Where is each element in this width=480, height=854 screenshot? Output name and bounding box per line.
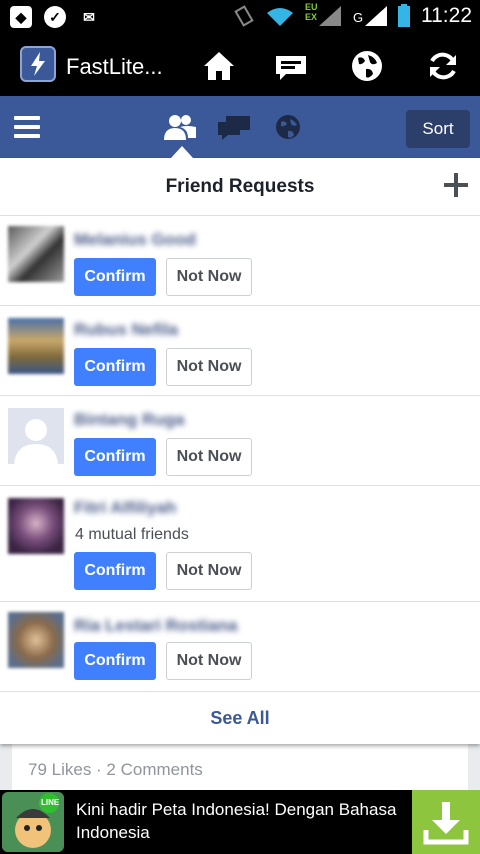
avatar[interactable]	[8, 612, 64, 668]
panel-header: Friend Requests	[0, 158, 480, 216]
ad-text[interactable]: Kini hadir Peta Indonesia! Dengan Bahasa…	[76, 798, 406, 844]
not-now-button[interactable]: Not Now	[166, 348, 252, 386]
friend-request-row: Bintang Ruga Confirm Not Now	[0, 396, 480, 486]
app-logo-icon	[20, 46, 56, 82]
avatar[interactable]	[8, 498, 64, 554]
mutual-friends-count: 4 mutual friends	[75, 526, 189, 543]
menu-icon[interactable]	[14, 116, 40, 138]
system-icons: EU EX G 11:22	[233, 2, 472, 28]
friend-requests-panel: Friend Requests Melanius Good Confirm No…	[0, 158, 480, 744]
network-g-label: G	[353, 10, 364, 25]
signal-bars-icon-2	[365, 6, 387, 26]
friend-requests-icon[interactable]	[164, 114, 196, 140]
panel-title: Friend Requests	[165, 176, 315, 197]
clock: 11:22	[421, 4, 472, 27]
requester-name[interactable]: Rubus Nefila	[74, 320, 178, 340]
avatar[interactable]	[8, 226, 64, 282]
signal-strength-2: G	[353, 4, 387, 28]
confirm-button[interactable]: Confirm	[74, 258, 156, 296]
avatar[interactable]	[8, 318, 64, 374]
friend-request-row: Fitri Alfiliyah 4 mutual friends Confirm…	[0, 486, 480, 602]
ad-banner[interactable]: LINE Kini hadir Peta Indonesia! Dengan B…	[0, 790, 480, 854]
refresh-icon[interactable]	[426, 49, 460, 83]
no-email-icon: ✉	[78, 6, 100, 28]
active-tab-caret	[171, 146, 193, 158]
signal-strength: EU EX	[305, 2, 343, 28]
confirm-button[interactable]: Confirm	[74, 642, 156, 680]
not-now-button[interactable]: Not Now	[166, 258, 252, 296]
network-bottom-label: EX	[305, 12, 318, 22]
friend-request-row: Ria Lestari Rostiana Confirm Not Now	[0, 602, 480, 692]
friend-request-row: Melanius Good Confirm Not Now	[0, 216, 480, 306]
app-bar: FastLite...	[0, 34, 480, 96]
confirm-button[interactable]: Confirm	[74, 348, 156, 386]
bbm-icon: ◆	[10, 6, 32, 28]
network-top-label: EU	[305, 2, 318, 12]
sort-button[interactable]: Sort	[406, 110, 470, 148]
download-icon[interactable]	[412, 790, 480, 854]
requester-name[interactable]: Bintang Ruga	[74, 410, 185, 430]
signal-bars-icon	[319, 6, 341, 26]
confirm-button[interactable]: Confirm	[74, 438, 156, 476]
messages-icon[interactable]	[218, 114, 250, 140]
status-bar: ◆ ✓ ✉ EU EX G 11:22	[0, 0, 480, 34]
messages-icon[interactable]	[274, 49, 308, 83]
requester-name[interactable]: Fitri Alfiliyah	[74, 498, 176, 518]
battery-icon	[398, 4, 410, 27]
default-avatar-icon[interactable]	[8, 408, 64, 464]
feed-likes-comments[interactable]: 79 Likes · 2 Comments	[28, 760, 203, 780]
home-icon[interactable]	[202, 49, 236, 83]
see-all-link[interactable]: See All	[0, 708, 480, 729]
not-now-button[interactable]: Not Now	[166, 552, 252, 590]
requester-name[interactable]: Melanius Good	[74, 230, 196, 250]
globe-icon[interactable]	[350, 49, 384, 83]
not-now-button[interactable]: Not Now	[166, 642, 252, 680]
wifi-icon	[267, 8, 293, 26]
requester-name[interactable]: Ria Lestari Rostiana	[74, 616, 237, 636]
friend-request-row: Rubus Nefila Confirm Not Now	[0, 306, 480, 396]
confirm-button[interactable]: Confirm	[74, 552, 156, 590]
app-title: FastLite...	[66, 54, 163, 79]
vibrate-icon	[234, 5, 254, 27]
not-now-button[interactable]: Not Now	[166, 438, 252, 476]
notifications-globe-icon[interactable]	[274, 114, 306, 140]
add-friend-icon[interactable]	[444, 173, 468, 197]
check-icon: ✓	[44, 6, 66, 28]
notification-icons: ◆ ✓ ✉	[10, 6, 100, 28]
ad-line-badge: LINE	[41, 798, 60, 807]
ad-thumbnail[interactable]: LINE	[2, 792, 64, 852]
